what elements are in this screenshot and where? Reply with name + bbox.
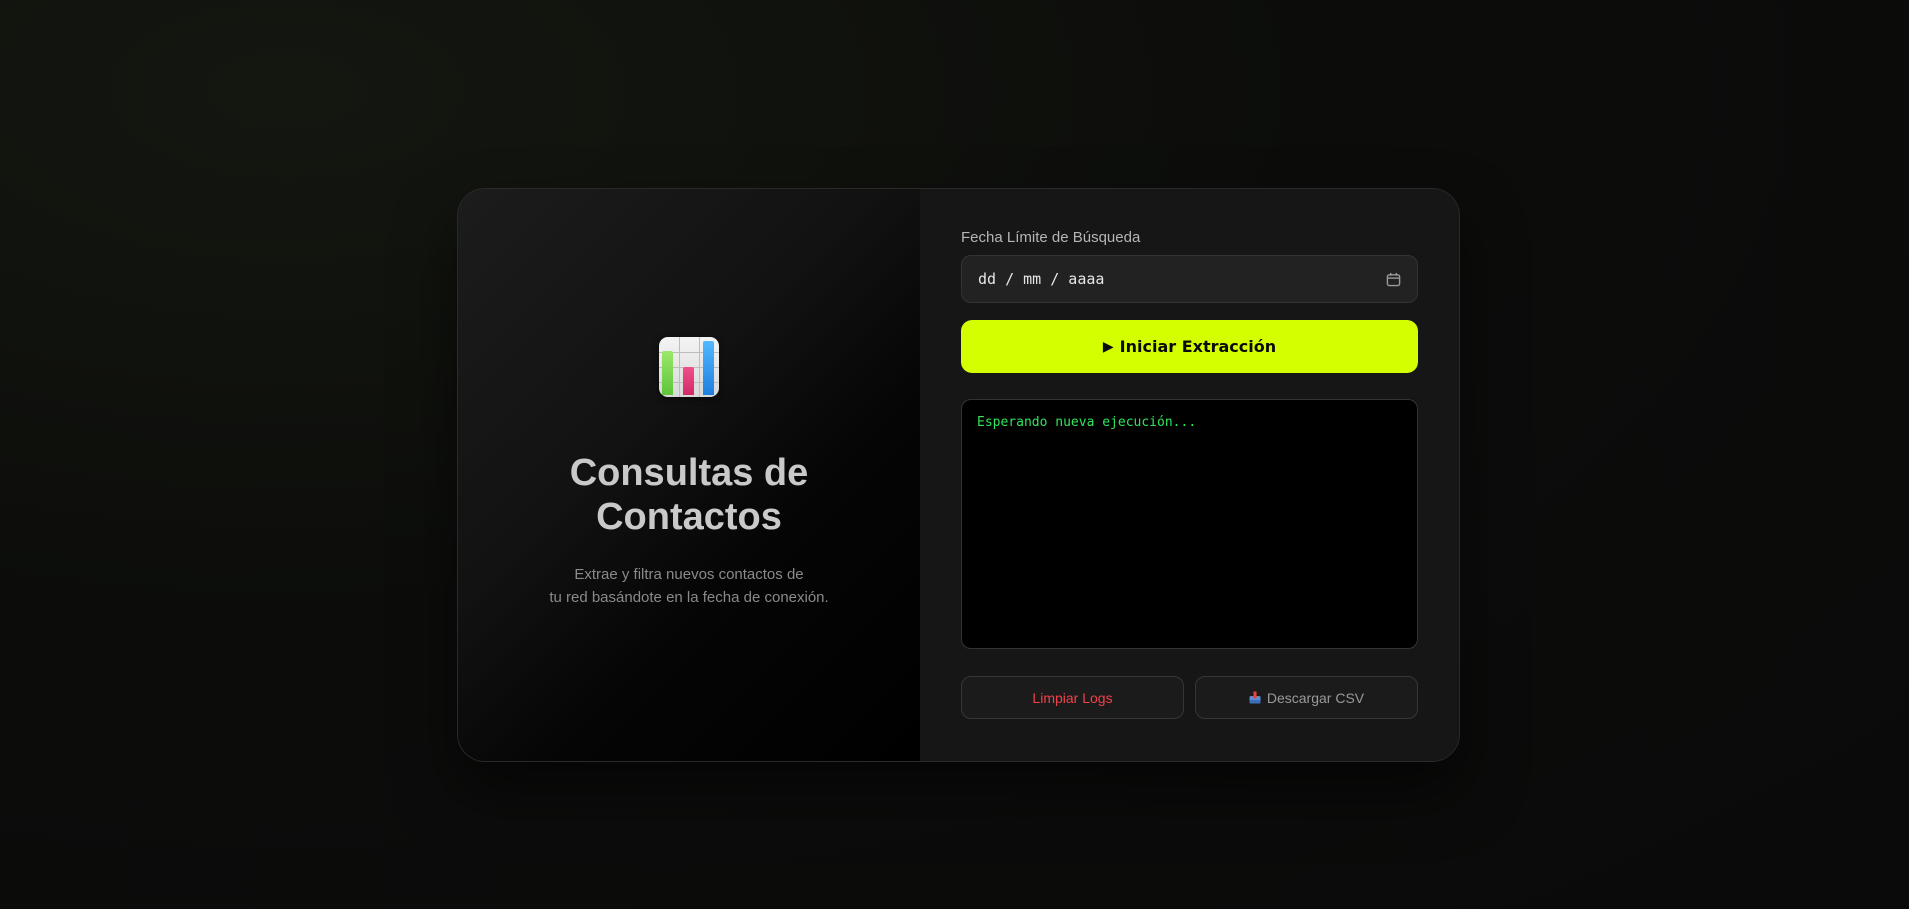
page-title-line2: Contactos — [596, 496, 782, 538]
play-icon: ▶ — [1102, 338, 1114, 355]
start-extraction-button[interactable]: ▶ Iniciar Extracción — [961, 320, 1418, 373]
action-row: Limpiar Logs Descargar CSV — [961, 676, 1418, 719]
form-panel: Fecha Límite de Búsqueda dd / mm / aaaa … — [920, 189, 1459, 761]
info-panel: Consultas de Contactos Extrae y filtra n… — [458, 189, 920, 761]
description-line1: Extrae y filtra nuevos contactos de — [574, 566, 804, 583]
log-line: Esperando nueva ejecución... — [977, 415, 1197, 430]
page-title-line1: Consultas de — [569, 452, 809, 494]
bar-chart-icon — [659, 337, 719, 397]
inbox-tray-icon — [1249, 691, 1261, 704]
extraction-card: Consultas de Contactos Extrae y filtra n… — [457, 188, 1460, 762]
clear-logs-label: Limpiar Logs — [1032, 689, 1113, 706]
date-limit-input[interactable]: dd / mm / aaaa — [961, 255, 1418, 303]
date-field-label: Fecha Límite de Búsqueda — [961, 229, 1141, 246]
clear-logs-button[interactable]: Limpiar Logs — [961, 676, 1184, 719]
date-placeholder: dd / mm / aaaa — [978, 270, 1105, 288]
download-csv-button[interactable]: Descargar CSV — [1195, 676, 1418, 719]
download-csv-label: Descargar CSV — [1266, 689, 1365, 706]
calendar-icon[interactable] — [1385, 271, 1401, 287]
page-description: Extrae y filtra nuevos contactos de tu r… — [458, 563, 920, 609]
page-title: Consultas de Contactos — [458, 451, 920, 539]
description-line2: tu red basándote en la fecha de conexión… — [549, 589, 829, 606]
start-extraction-label: Iniciar Extracción — [1119, 337, 1277, 356]
log-console[interactable]: Esperando nueva ejecución... — [961, 399, 1418, 649]
